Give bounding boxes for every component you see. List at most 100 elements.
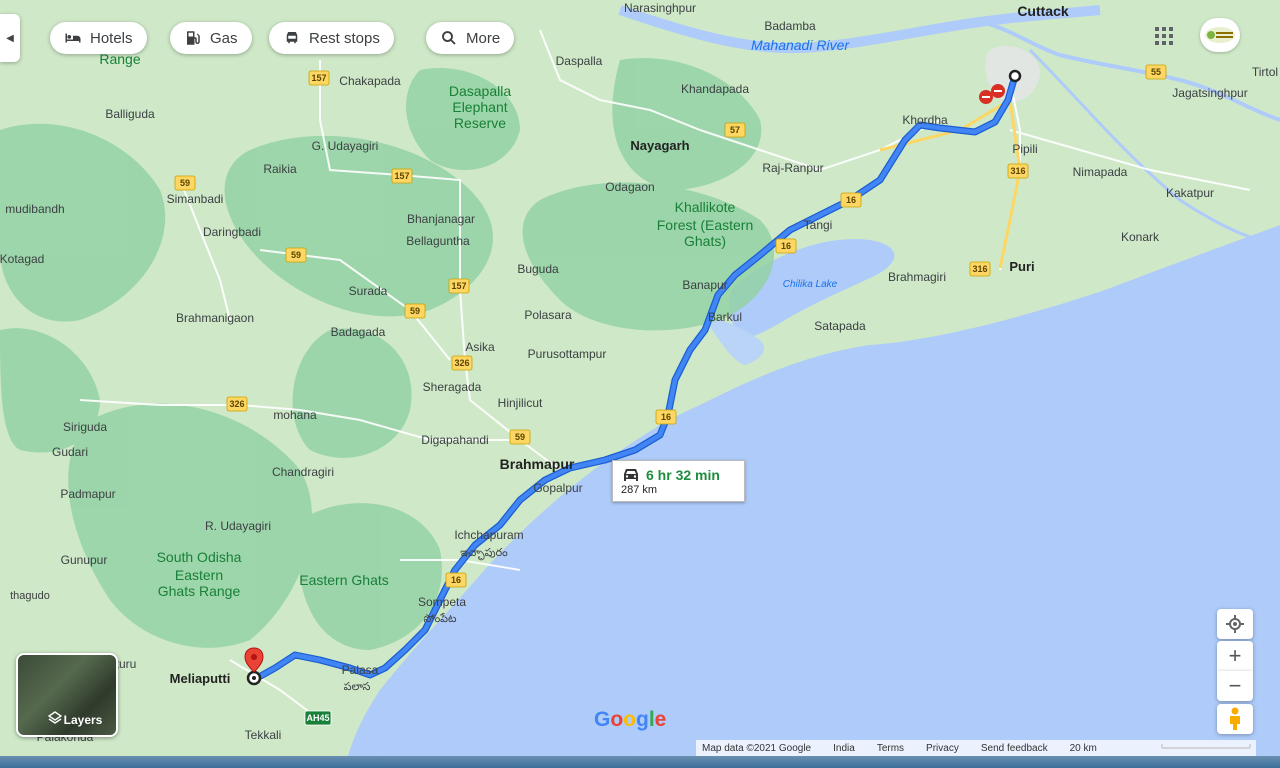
place-label[interactable]: Brahmapur [500,456,575,472]
hotels-chip-label: Hotels [90,29,133,47]
my-location-button[interactable] [1217,609,1253,639]
zoom-in-icon: + [1228,643,1242,668]
place-label[interactable]: Puri [1009,259,1034,274]
place-label[interactable]: Khandapada [681,82,749,96]
rest-stops-chip-label: Rest stops [309,29,380,47]
route-distance: 287 km [621,484,658,496]
place-label[interactable]: Palasa [342,663,379,677]
place-label[interactable]: Padmapur [60,487,115,501]
place-label[interactable]: Forest (Eastern [657,217,753,233]
place-label[interactable]: Chilika Lake [783,279,838,290]
send-feedback-link[interactable]: Send feedback [981,743,1048,754]
place-label[interactable]: Jagatsinghpur [1172,86,1247,100]
road-shield: 326 [451,355,473,371]
gas-chip[interactable]: Gas [170,22,252,54]
place-label[interactable]: Surada [349,284,388,298]
place-label[interactable]: Nimapada [1073,165,1128,179]
privacy-link[interactable]: Privacy [926,743,959,754]
rest-stop-icon [286,32,298,44]
place-label[interactable]: Raikia [263,162,297,176]
place-label[interactable]: Elephant [452,99,507,115]
place-label[interactable]: Asika [465,340,495,354]
place-label[interactable]: Tangi [804,218,833,232]
place-label[interactable]: Barkul [708,310,742,324]
place-label[interactable]: Badagada [331,325,386,339]
place-label[interactable]: Khordha [902,113,948,127]
more-chip[interactable]: More [426,22,515,54]
place-label[interactable]: Chandragiri [272,465,334,479]
place-label[interactable]: Banapur [682,278,727,292]
place-label[interactable]: turu [116,657,137,671]
place-label[interactable]: Digapahandi [421,433,488,447]
place-label[interactable]: Purusottampur [528,347,607,361]
place-label[interactable]: Hinjilicut [498,396,543,410]
road-shield: 16 [445,572,467,588]
place-label[interactable]: Buguda [517,262,559,276]
place-label[interactable]: Brahmanigaon [176,311,254,325]
place-label[interactable]: Bhanjanagar [407,212,475,226]
hotels-chip[interactable]: Hotels [50,22,147,54]
place-label[interactable]: Khallikote [675,199,736,215]
place-label[interactable]: R. Udayagiri [205,519,271,533]
place-label[interactable]: Mahanadi River [751,37,850,53]
place-label[interactable]: Dasapalla [449,83,511,99]
place-label[interactable]: సోంపేట [424,612,457,625]
street-view-button[interactable] [1217,704,1253,734]
place-label[interactable]: Nayagarh [630,138,689,153]
place-label[interactable]: Raj-Ranpur [762,161,823,175]
place-label[interactable]: Reserve [454,115,506,131]
place-label[interactable]: Badamba [764,19,816,33]
map-data-attribution: Map data ©2021 Google [702,742,812,754]
place-label[interactable]: Ichchapuram [454,528,523,542]
place-label[interactable]: ఇచ్ఛాపురం [460,547,508,561]
place-label[interactable]: Kotagad [0,252,44,266]
layers-button[interactable]: Layers [16,653,118,737]
apps-grid-icon[interactable] [1150,22,1180,50]
place-label[interactable]: Eastern [175,567,223,583]
place-label[interactable]: Pipili [1012,142,1037,156]
terms-link[interactable]: Terms [877,743,904,754]
place-label[interactable]: South Odisha [157,549,242,565]
place-label[interactable]: Polasara [524,308,572,322]
place-label[interactable]: mohana [273,408,317,422]
place-label[interactable]: Tekkali [245,728,282,742]
place-label[interactable]: పలాస [344,681,371,693]
place-label[interactable]: thagudo [10,590,50,602]
place-label[interactable]: Sheragada [423,380,482,394]
place-label[interactable]: Sompeta [418,595,466,609]
account-avatar[interactable] [1200,18,1240,52]
rest-stops-chip[interactable]: Rest stops [269,22,394,54]
zoom-in-button[interactable]: + [1217,641,1253,671]
place-label[interactable]: Odagaon [605,180,654,194]
place-label[interactable]: Konark [1121,230,1160,244]
place-label[interactable]: Brahmagiri [888,270,946,284]
destination-label[interactable]: Meliaputti [170,671,231,686]
place-label[interactable]: Satapada [814,319,866,333]
place-label[interactable]: Chakapada [339,74,401,88]
zoom-out-button[interactable]: − [1217,671,1253,701]
place-label[interactable]: Ghats Range [158,583,241,599]
road-shield: 16 [775,238,797,254]
place-label[interactable]: Daspalla [556,54,603,68]
place-label[interactable]: Siriguda [63,420,107,434]
place-label[interactable]: Narasinghpur [624,1,696,15]
place-label[interactable]: mudibandh [5,202,64,216]
place-label[interactable]: Kakatpur [1166,186,1214,200]
place-label[interactable]: Bellaguntha [406,234,470,248]
place-label[interactable]: Simanbadi [167,192,224,206]
scale-label[interactable]: 20 km [1070,743,1097,754]
collapse-side-panel-button[interactable]: ◀ [0,14,20,62]
place-label[interactable]: Gudari [52,445,88,459]
country-link[interactable]: India [833,743,855,754]
place-label[interactable]: Balliguda [105,107,155,121]
place-label[interactable]: Ghats) [684,233,726,249]
place-label[interactable]: Daringbadi [203,225,261,239]
place-label[interactable]: Eastern Ghats [299,572,389,588]
place-label[interactable]: Gopalpur [533,481,582,495]
place-label[interactable]: Cuttack [1017,3,1069,19]
place-label[interactable]: G. Udayagiri [312,139,379,153]
place-label[interactable]: Tirtol [1252,65,1278,79]
map-canvas[interactable]: 157 157 157 59 59 59 59 326 326 57 16 16 16 16 316 316 5… [0,0,1280,768]
place-label[interactable]: Gunupur [61,553,108,567]
route-info-card[interactable]: 6 hr 32 min 287 km [612,460,745,502]
